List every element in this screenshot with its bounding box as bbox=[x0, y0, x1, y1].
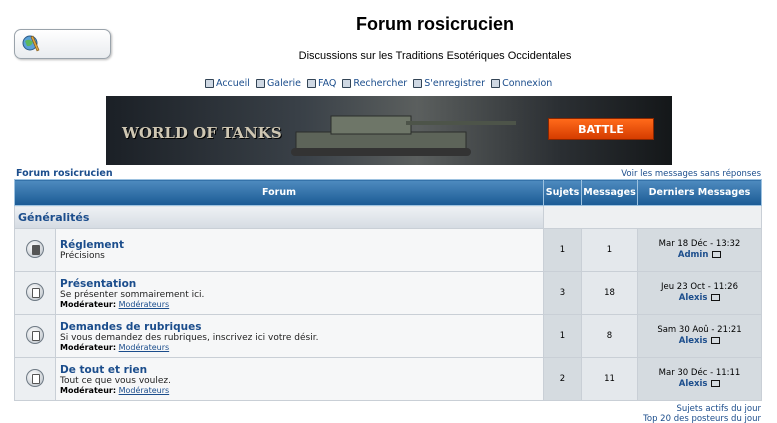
goto-last-post-icon[interactable] bbox=[711, 380, 721, 387]
topic-count: 3 bbox=[543, 271, 582, 315]
header-forum: Forum bbox=[14, 179, 544, 206]
goto-last-post-icon[interactable] bbox=[712, 251, 722, 258]
table-header: Forum Sujets Messages Derniers Messages bbox=[14, 179, 762, 206]
forum-description: Si vous demandez des rubriques, inscrive… bbox=[60, 332, 319, 343]
main-nav: Accueil Galerie FAQ Rechercher S'enregis… bbox=[205, 76, 552, 90]
moderator-link[interactable]: Modérateurs bbox=[119, 300, 170, 309]
header-last: Derniers Messages bbox=[637, 179, 762, 206]
gallery-icon bbox=[255, 78, 265, 88]
home-icon bbox=[205, 78, 214, 88]
header-topics: Sujets bbox=[543, 179, 582, 206]
footer-links: Sujets actifs du jour Top 20 des posteur… bbox=[643, 404, 761, 423]
last-post: Mar 30 Déc - 11:11 Alexis bbox=[637, 357, 762, 401]
moderator-line: Modérateur: Modérateurs bbox=[60, 385, 170, 395]
forum-title[interactable]: Demandes de rubriques bbox=[60, 321, 543, 333]
nav-login[interactable]: Connexion bbox=[491, 78, 552, 89]
register-icon bbox=[413, 78, 423, 88]
last-post: Jeu 23 Oct - 11:26 Alexis bbox=[637, 271, 762, 315]
category-title[interactable]: Généralités bbox=[15, 211, 89, 224]
active-topics-link[interactable]: Sujets actifs du jour bbox=[643, 404, 761, 414]
ad-banner[interactable]: WORLD OF TANKS BATTLE bbox=[106, 96, 672, 165]
breadcrumb[interactable]: Forum rosicrucien bbox=[16, 168, 113, 179]
post-count: 8 bbox=[581, 314, 638, 358]
goto-last-post-icon[interactable] bbox=[711, 294, 721, 301]
banner-brand: WORLD OF TANKS bbox=[122, 124, 282, 142]
forum-title[interactable]: Présentation bbox=[60, 278, 543, 290]
table-row: Présentation Se présenter sommairement i… bbox=[14, 271, 762, 315]
nav-home[interactable]: Accueil bbox=[205, 78, 250, 89]
nav-register[interactable]: S'enregistrer bbox=[413, 78, 485, 89]
category-row: Généralités bbox=[14, 205, 762, 229]
forum-title[interactable]: Réglement bbox=[60, 239, 543, 251]
table-row: Demandes de rubriques Si vous demandez d… bbox=[14, 314, 762, 358]
forum-table: Forum Sujets Messages Derniers Messages … bbox=[14, 179, 762, 401]
moderator-line: Modérateur: Modérateurs bbox=[60, 342, 170, 352]
moderator-line: Modérateur: Modérateurs bbox=[60, 299, 170, 309]
nav-gallery[interactable]: Galerie bbox=[255, 78, 301, 89]
search-icon bbox=[342, 78, 352, 88]
table-row: De tout et rien Tout ce que vous voulez.… bbox=[14, 357, 762, 401]
locked-forum-icon bbox=[26, 239, 44, 258]
post-count: 1 bbox=[581, 228, 638, 272]
nav-faq[interactable]: FAQ bbox=[307, 78, 336, 89]
forum-title[interactable]: De tout et rien bbox=[60, 364, 543, 376]
moderator-link[interactable]: Modérateurs bbox=[119, 343, 170, 352]
table-row: Réglement Précisions 1 1 Mar 18 Déc - 13… bbox=[14, 228, 762, 272]
last-post-date: Jeu 23 Oct - 11:26 bbox=[660, 282, 738, 292]
header-posts: Messages bbox=[581, 179, 638, 206]
forum-description: Précisions bbox=[60, 251, 105, 261]
last-post: Mar 18 Déc - 13:32 Admin bbox=[637, 228, 762, 272]
moderator-link[interactable]: Modérateurs bbox=[119, 386, 170, 395]
last-post-author[interactable]: Alexis bbox=[679, 379, 708, 389]
forum-description: Tout ce que vous voulez. bbox=[60, 375, 171, 386]
last-post: Sam 30 Aoû - 21:21 Alexis bbox=[637, 314, 762, 358]
site-title: Forum rosicrucien bbox=[355, 14, 515, 34]
goto-last-post-icon[interactable] bbox=[711, 337, 721, 344]
battle-button[interactable]: BATTLE bbox=[548, 118, 654, 140]
site-description: Discussions sur les Traditions Esotériqu… bbox=[298, 50, 572, 62]
forum-description: Se présenter sommairement ici. bbox=[60, 289, 205, 300]
unanswered-link[interactable]: Voir les messages sans réponses bbox=[621, 169, 761, 179]
forum-icon bbox=[26, 325, 44, 344]
top-posters-link[interactable]: Top 20 des posteurs du jour bbox=[643, 414, 761, 423]
login-icon bbox=[491, 78, 501, 88]
post-count: 18 bbox=[581, 271, 638, 315]
last-post-date: Mar 18 Déc - 13:32 bbox=[658, 239, 741, 249]
faq-icon bbox=[307, 78, 316, 88]
last-post-author[interactable]: Alexis bbox=[679, 336, 708, 346]
last-post-author[interactable]: Admin bbox=[678, 250, 709, 260]
post-count: 11 bbox=[581, 357, 638, 401]
last-post-date: Mar 30 Déc - 11:11 bbox=[658, 368, 741, 378]
last-post-author[interactable]: Alexis bbox=[679, 293, 708, 303]
topic-count: 2 bbox=[543, 357, 582, 401]
topic-count: 1 bbox=[543, 228, 582, 272]
forum-icon bbox=[26, 282, 44, 301]
last-post-date: Sam 30 Aoû - 21:21 bbox=[657, 325, 742, 335]
topic-count: 1 bbox=[543, 314, 582, 358]
forum-icon bbox=[26, 368, 44, 387]
nav-search[interactable]: Rechercher bbox=[342, 78, 407, 89]
